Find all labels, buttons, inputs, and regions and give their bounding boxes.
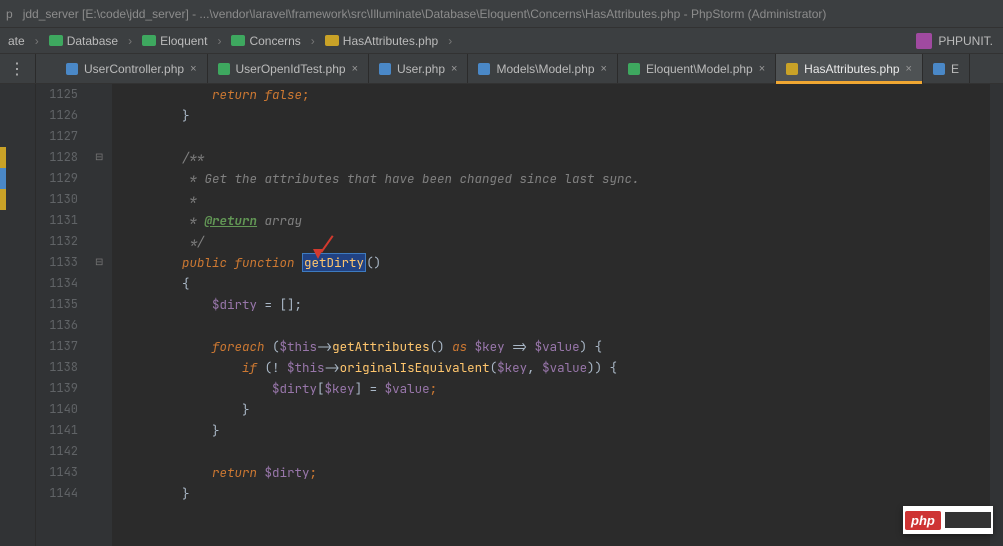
chevron-right-icon: › — [128, 34, 132, 48]
php-class-icon — [66, 63, 78, 75]
php-class-icon — [933, 63, 945, 75]
chevron-right-icon: › — [448, 34, 452, 48]
line-number: 1142 — [36, 441, 78, 462]
code-line: */ — [112, 231, 989, 252]
code-line: * Get the attributes that have been chan… — [112, 168, 989, 189]
line-number: 1134 — [36, 273, 78, 294]
code-line — [112, 126, 989, 147]
title-prefix: p — [6, 7, 23, 21]
line-number: 1132 — [36, 231, 78, 252]
close-icon[interactable]: × — [906, 63, 912, 75]
toolbar-right: PHPUNIT. — [916, 33, 993, 49]
line-number: 1139 — [36, 378, 78, 399]
folder-icon — [231, 35, 245, 46]
line-number: 1133 — [36, 252, 78, 273]
code-line: return false; — [112, 84, 989, 105]
code-line: return $dirty; — [112, 462, 989, 483]
tab-usercontroller[interactable]: UserController.php× — [56, 54, 208, 83]
caret-line-marker — [0, 168, 6, 189]
php-logo: php — [905, 511, 941, 530]
fold-toggle-icon[interactable]: ⊟ — [95, 252, 103, 273]
chevron-right-icon: › — [311, 34, 315, 48]
watermark-text — [945, 512, 991, 528]
fold-toggle-icon[interactable]: ⊟ — [95, 147, 103, 168]
code-line: if (! $this->originalIsEquivalent($key, … — [112, 357, 989, 378]
close-icon[interactable]: × — [190, 63, 196, 75]
line-number: 1127 — [36, 126, 78, 147]
code-line: } — [112, 483, 989, 504]
code-line: * @return array — [112, 210, 989, 231]
line-number: 1131 — [36, 210, 78, 231]
line-number: 1140 — [36, 399, 78, 420]
close-icon[interactable]: × — [759, 63, 765, 75]
chevron-right-icon: › — [35, 34, 39, 48]
phpunit-icon — [916, 33, 932, 49]
line-number: 1125 — [36, 84, 78, 105]
line-number: 1137 — [36, 336, 78, 357]
editor[interactable]: 1125 1126 1127 1128 1129 1130 1131 1132 … — [0, 84, 1003, 546]
breadcrumb-file[interactable]: HasAttributes.php — [321, 32, 442, 50]
annotation-arrow-head — [313, 249, 323, 259]
line-number: 1136 — [36, 315, 78, 336]
line-number-gutter[interactable]: 1125 1126 1127 1128 1129 1130 1131 1132 … — [36, 84, 92, 546]
code-line: { — [112, 273, 989, 294]
window-title: jdd_server [E:\code\jdd_server] - ...\ve… — [23, 7, 827, 21]
php-class-icon — [379, 63, 391, 75]
code-line: /** — [112, 147, 989, 168]
close-icon[interactable]: × — [601, 63, 607, 75]
close-icon[interactable]: × — [451, 63, 457, 75]
code-editor[interactable]: return false; } /** * Get the attributes… — [112, 84, 989, 546]
spacer — [36, 54, 56, 83]
tab-user[interactable]: User.php× — [369, 54, 468, 83]
php-class-icon — [628, 63, 640, 75]
tab-eloquent-model[interactable]: Eloquent\Model.php× — [618, 54, 776, 83]
line-number: 1138 — [36, 357, 78, 378]
code-line: foreach ($this->getAttributes() as $key … — [112, 336, 989, 357]
tab-models-model[interactable]: Models\Model.php× — [468, 54, 618, 83]
tab-overflow[interactable]: ⋮ — [0, 54, 36, 83]
folder-icon — [142, 35, 156, 46]
window-titlebar: p jdd_server [E:\code\jdd_server] - ...\… — [0, 0, 1003, 28]
code-line: $dirty = []; — [112, 294, 989, 315]
line-number: 1144 — [36, 483, 78, 504]
code-line: } — [112, 105, 989, 126]
php-class-icon — [478, 63, 490, 75]
tab-useropenidtest[interactable]: UserOpenIdTest.php× — [208, 54, 370, 83]
left-margin — [0, 84, 36, 546]
breadcrumbs-bar: ate › Database › Eloquent › Concerns › H… — [0, 28, 1003, 54]
error-stripe[interactable] — [989, 84, 1003, 546]
breadcrumb-database[interactable]: Database — [45, 32, 122, 50]
code-line: } — [112, 420, 989, 441]
watermark-badge: php — [903, 506, 993, 534]
chevron-right-icon: › — [217, 34, 221, 48]
code-line: * — [112, 189, 989, 210]
tab-hasattributes[interactable]: HasAttributes.php× — [776, 54, 923, 83]
selected-method-name: getDirty — [302, 253, 366, 272]
code-line: } — [112, 399, 989, 420]
code-line: $dirty[$key] = $value; — [112, 378, 989, 399]
php-test-icon — [218, 63, 230, 75]
php-file-icon — [786, 63, 798, 75]
line-number: 1130 — [36, 189, 78, 210]
breadcrumb-concerns[interactable]: Concerns — [227, 32, 304, 50]
close-icon[interactable]: × — [352, 63, 358, 75]
fold-gutter[interactable]: ⊟ ⊟ — [92, 84, 112, 546]
line-number: 1129 — [36, 168, 78, 189]
code-line — [112, 441, 989, 462]
php-file-icon — [325, 35, 339, 46]
breadcrumb-ate[interactable]: ate — [4, 32, 29, 50]
code-line — [112, 315, 989, 336]
folder-icon — [49, 35, 63, 46]
line-number: 1135 — [36, 294, 78, 315]
phpunit-tool[interactable]: PHPUNIT. — [916, 33, 993, 49]
more-icon: ⋮ — [9, 59, 26, 79]
line-number: 1126 — [36, 105, 78, 126]
line-number: 1143 — [36, 462, 78, 483]
code-line: public function getDirty() — [112, 252, 989, 273]
breadcrumb-eloquent[interactable]: Eloquent — [138, 32, 211, 50]
line-number: 1128 — [36, 147, 78, 168]
editor-tabs: ⋮ UserController.php× UserOpenIdTest.php… — [0, 54, 1003, 84]
line-number: 1141 — [36, 420, 78, 441]
tab-partial-e[interactable]: E — [923, 54, 970, 83]
